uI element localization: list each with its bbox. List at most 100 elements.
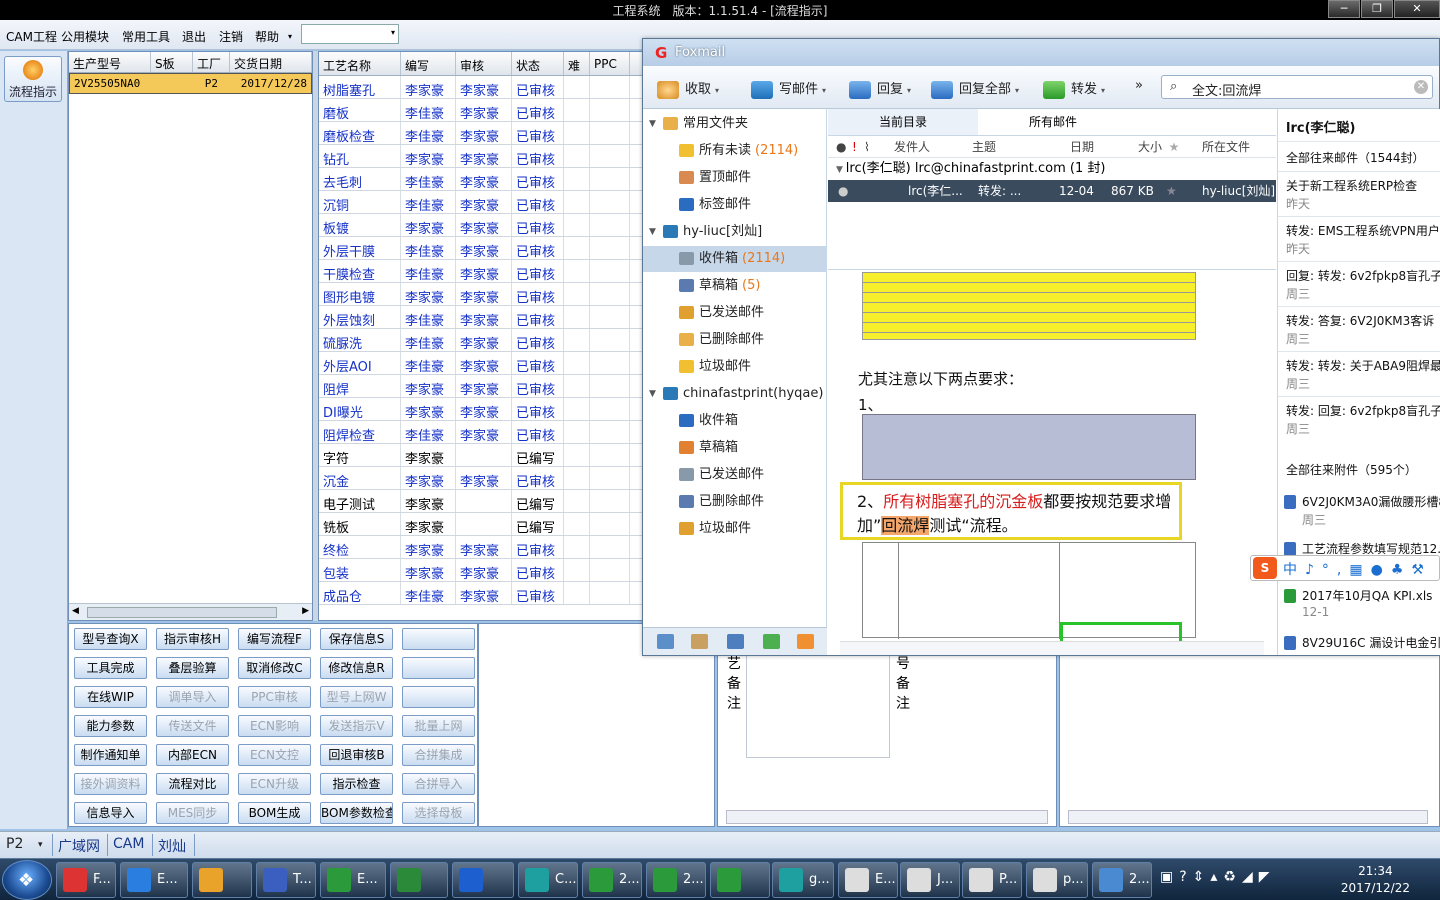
compose-button[interactable]: 写邮件 ▾ xyxy=(751,78,826,99)
menu-cam[interactable]: CAM工程 xyxy=(6,28,57,45)
col-sboard[interactable]: S板 xyxy=(151,52,193,72)
menu-overflow-arrow[interactable]: ▾ xyxy=(288,32,292,41)
folder-item[interactable]: 垃圾邮件 xyxy=(643,516,827,542)
taskbar-item[interactable] xyxy=(710,862,770,898)
status-factory[interactable]: P2 xyxy=(6,836,23,852)
col-writer[interactable]: 编写 xyxy=(401,52,456,75)
process-row[interactable]: 去毛刺 李佳豪 李家豪 已审核 xyxy=(319,168,643,191)
folder-item[interactable]: 草稿箱 (5) xyxy=(643,273,827,299)
receive-button[interactable]: 收取 ▾ xyxy=(657,78,719,99)
related-attachment[interactable]: 2017年10月QA KPI.xls xyxy=(1302,587,1432,604)
process-row[interactable]: 沉铜 李佳豪 李家豪 已审核 xyxy=(319,191,643,214)
col-model[interactable]: 生产型号 xyxy=(69,52,151,72)
col-factory[interactable]: 工厂 xyxy=(193,52,230,72)
function-button[interactable]: 内部ECN xyxy=(156,744,229,766)
taskbar-item[interactable]: F... xyxy=(56,862,116,898)
menu-public-module[interactable]: 公用模块 xyxy=(61,28,109,45)
order-row[interactable]: 2V25505NA0 P2 2017/12/28 xyxy=(69,73,312,94)
folder-item[interactable]: 已删除邮件 xyxy=(643,327,827,353)
function-button[interactable]: 型号查询X xyxy=(74,628,147,650)
process-row[interactable]: 硫脲洗 李佳豪 李家豪 已审核 xyxy=(319,329,643,352)
process-row[interactable]: 树脂塞孔 李家豪 李家豪 已审核 xyxy=(319,76,643,99)
expand-icon[interactable]: ▼ xyxy=(649,111,656,137)
mail-view-icon[interactable] xyxy=(657,634,674,649)
folder-item[interactable]: 已发送邮件 xyxy=(643,462,827,488)
process-row[interactable]: 磨板 李佳豪 李家豪 已审核 xyxy=(319,99,643,122)
attachment-icon[interactable]: ⌇ xyxy=(864,136,884,157)
function-button[interactable]: 叠层验算 xyxy=(156,657,229,679)
process-row[interactable]: 包装 李家豪 李家豪 已审核 xyxy=(319,559,643,582)
folder-item[interactable]: 垃圾邮件 xyxy=(643,354,827,380)
process-row[interactable]: 钻孔 李家豪 李家豪 已审核 xyxy=(319,145,643,168)
function-button[interactable]: ECN文控 xyxy=(238,744,311,766)
related-mail[interactable]: 转发: EMS工程系统VPN用户 xyxy=(1286,222,1440,239)
function-button[interactable]: 接外调资料 xyxy=(74,773,147,795)
mail-body-scrollbar[interactable] xyxy=(840,641,1264,655)
taskbar-item[interactable]: E... xyxy=(320,862,386,898)
folder-item[interactable]: ▼ 常用文件夹 xyxy=(643,111,827,137)
process-row[interactable]: 磨板检查 李佳豪 李家豪 已审核 xyxy=(319,122,643,145)
function-button[interactable]: 能力参数 xyxy=(74,715,147,737)
function-button[interactable] xyxy=(402,628,475,650)
folder-item[interactable]: ▼ chinafastprint(hyqae) xyxy=(643,381,827,407)
tab-current-folder[interactable]: 当前目录 xyxy=(828,109,978,135)
expand-icon[interactable]: ▼ xyxy=(649,381,656,407)
process-row[interactable]: 电子测试 李家豪 已编写 xyxy=(319,490,643,513)
expand-icon[interactable]: ▼ xyxy=(649,219,656,245)
col-date[interactable]: 日期 xyxy=(1064,136,1114,157)
all-mail-link[interactable]: 全部往来邮件（1544封） xyxy=(1286,149,1425,166)
process-row[interactable]: 阻焊 李家豪 李家豪 已审核 xyxy=(319,375,643,398)
col-delivery-date[interactable]: 交货日期 xyxy=(230,52,312,72)
folder-item[interactable]: 所有未读 (2114) xyxy=(643,138,827,164)
toolbar-overflow[interactable]: » xyxy=(1135,78,1143,93)
process-row[interactable]: 干膜检查 李佳豪 李家豪 已审核 xyxy=(319,260,643,283)
remark-textbox-a[interactable] xyxy=(746,646,890,758)
scroll-thumb[interactable] xyxy=(87,607,277,618)
taskbar-item[interactable]: 2... xyxy=(582,862,642,898)
process-row[interactable]: 外层干膜 李佳豪 李家豪 已审核 xyxy=(319,237,643,260)
col-sender[interactable]: 发件人 xyxy=(884,136,964,157)
process-row[interactable]: 字符 李家豪 已编写 xyxy=(319,444,643,467)
taskbar-item[interactable]: T... xyxy=(256,862,316,898)
mail-row-selected[interactable]: ● lrc(李仁... 转发: ... 12-04 867 KB ★ hy-li… xyxy=(828,180,1276,202)
col-subject[interactable]: 主题 xyxy=(964,136,1064,157)
process-row[interactable]: 外层蚀刻 李佳豪 李家豪 已审核 xyxy=(319,306,643,329)
taskbar-item[interactable]: 2... xyxy=(1092,862,1152,898)
folder-item[interactable]: 收件箱 xyxy=(643,408,827,434)
process-row[interactable]: 沉金 李家豪 李家豪 已审核 xyxy=(319,467,643,490)
menu-logout[interactable]: 注销 xyxy=(219,28,243,45)
menu-exit[interactable]: 退出 xyxy=(182,28,206,45)
col-priority[interactable]: ! xyxy=(842,136,864,157)
menu-help[interactable]: 帮助 xyxy=(255,28,279,45)
process-row[interactable]: 外层AOI 李佳豪 李家豪 已审核 xyxy=(319,352,643,375)
col-difficulty[interactable]: 难 xyxy=(564,52,590,75)
tray-icons[interactable]: ▣?⇕▴♻◢◤ xyxy=(1160,869,1276,885)
process-row[interactable]: 成品仓 李佳豪 李家豪 已审核 xyxy=(319,582,643,605)
ime-toolbar[interactable]: S 中♪°,▦●♣⚒ xyxy=(1250,555,1440,581)
taskbar-item[interactable]: P... xyxy=(962,862,1022,898)
taskbar-item[interactable] xyxy=(192,862,252,898)
function-button[interactable] xyxy=(402,657,475,679)
function-button[interactable]: 传送文件 xyxy=(156,715,229,737)
start-button[interactable]: ❖ xyxy=(2,860,52,900)
function-button[interactable]: 在线WIP xyxy=(74,686,147,708)
forward-button[interactable]: 转发 ▾ xyxy=(1043,78,1105,99)
function-button[interactable]: BOM参数检查 xyxy=(320,802,393,824)
folder-item[interactable]: ▼ hy-liuc[刘灿] xyxy=(643,219,827,245)
tab-all-mail[interactable]: 所有邮件 xyxy=(978,109,1128,135)
clear-search-icon[interactable]: ✕ xyxy=(1414,80,1428,94)
function-button[interactable]: 回退审核B xyxy=(320,744,393,766)
minimize-button[interactable]: ─ xyxy=(1328,0,1360,18)
mail-group-header[interactable]: ▼ lrc(李仁聪) lrc@chinafastprint.com (1 封) xyxy=(828,158,1276,180)
process-row[interactable]: 阻焊检查 李佳豪 李家豪 已审核 xyxy=(319,421,643,444)
taskbar-item[interactable] xyxy=(390,862,448,898)
function-button[interactable]: 制作通知单 xyxy=(74,744,147,766)
function-button[interactable]: 编写流程F xyxy=(238,628,311,650)
col-status[interactable]: 状态 xyxy=(512,52,564,75)
function-button[interactable]: MES同步 xyxy=(156,802,229,824)
folder-item[interactable]: 已删除邮件 xyxy=(643,489,827,515)
col-reviewer[interactable]: 审核 xyxy=(456,52,512,75)
related-mail[interactable]: 转发: 转发: 关于ABA9阻焊最 xyxy=(1286,357,1440,374)
all-attachments-link[interactable]: 全部往来附件（595个） xyxy=(1286,461,1417,478)
function-button[interactable] xyxy=(402,686,475,708)
